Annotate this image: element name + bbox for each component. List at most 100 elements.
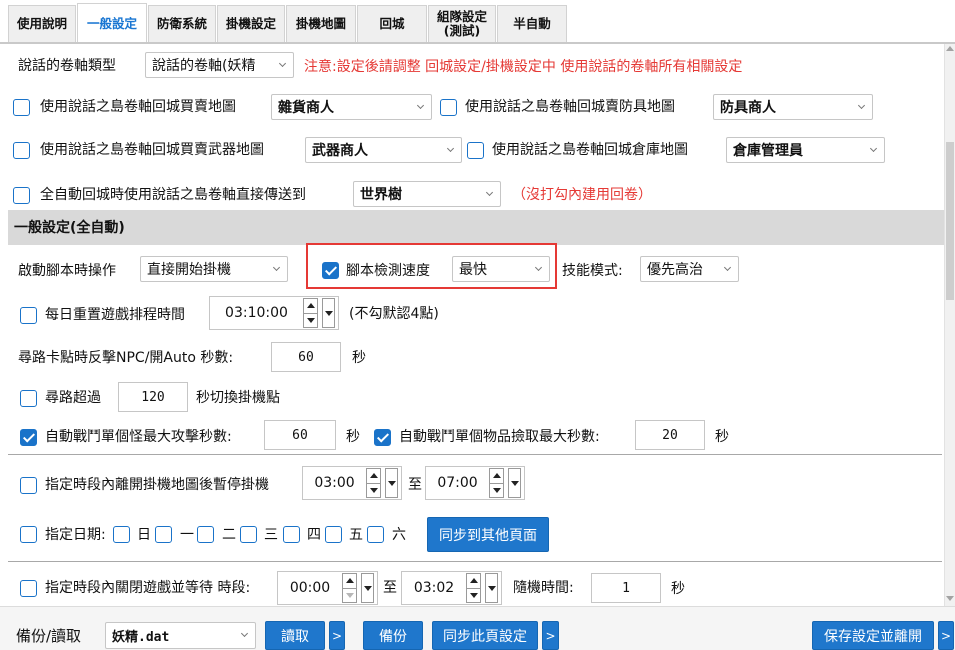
- path-timeout-suffix: 秒切換掛機點: [196, 390, 280, 406]
- load-more-button[interactable]: >: [329, 621, 345, 650]
- spin-up-icon[interactable]: [490, 469, 503, 483]
- armor-store-checkbox[interactable]: [440, 99, 457, 116]
- time-spinner[interactable]: [303, 298, 318, 328]
- pause-from-time-picker[interactable]: 03:00: [302, 466, 402, 500]
- max-pickup-input[interactable]: 20: [635, 420, 705, 450]
- day-thu-label: 四: [307, 527, 321, 543]
- chevron-down-icon: [723, 263, 732, 272]
- spin-down-icon[interactable]: [367, 483, 380, 497]
- scroll-type-select[interactable]: 說話的卷軸(妖精: [145, 52, 294, 78]
- tab-label-sub: (測試): [443, 23, 481, 38]
- weapon-store-select[interactable]: 武器商人: [305, 137, 462, 163]
- day-tue-checkbox[interactable]: [197, 526, 214, 543]
- close-from-time-picker[interactable]: 00:00: [277, 571, 378, 605]
- day-thu-checkbox[interactable]: [283, 526, 300, 543]
- save-and-exit-button[interactable]: 保存設定並離開: [812, 621, 934, 650]
- dropdown-arrow-icon[interactable]: [508, 468, 521, 498]
- direct-teleport-select[interactable]: 世界樹: [353, 181, 501, 207]
- sync-page-settings-button[interactable]: 同步此頁設定: [432, 621, 538, 650]
- time-spinner[interactable]: [366, 468, 381, 498]
- max-attack-input[interactable]: 60: [264, 420, 336, 450]
- armor-store-select[interactable]: 防具商人: [713, 94, 873, 120]
- tab-party-settings[interactable]: 組隊設定 (測試): [428, 5, 496, 42]
- select-value: 直接開始掛機: [147, 262, 231, 278]
- spin-down-icon[interactable]: [490, 483, 503, 497]
- scrollbar-thumb[interactable]: [946, 142, 954, 300]
- direct-teleport-note: （沒打勾內建用回卷）: [512, 187, 652, 203]
- general-store-select[interactable]: 雜貨商人: [271, 94, 432, 120]
- select-value: 優先高治: [647, 262, 703, 278]
- dropdown-arrow-icon[interactable]: [485, 573, 498, 603]
- tab-general-settings[interactable]: 一般設定: [77, 3, 147, 44]
- dropdown-arrow-icon[interactable]: [322, 298, 335, 328]
- pause-to-time-picker[interactable]: 07:00: [425, 466, 525, 500]
- path-timeout-input[interactable]: 120: [118, 382, 188, 412]
- day-sun-label: 日: [137, 527, 151, 543]
- general-store-checkbox[interactable]: [13, 99, 30, 116]
- tab-semi-auto[interactable]: 半自動: [497, 5, 567, 42]
- direct-teleport-checkbox[interactable]: [13, 187, 30, 204]
- max-attack-checkbox[interactable]: [20, 429, 37, 446]
- sync-more-button[interactable]: >: [542, 621, 559, 650]
- day-mon-checkbox[interactable]: [155, 526, 172, 543]
- stuck-seconds-input[interactable]: 60: [271, 342, 341, 372]
- scroll-up-arrow-icon[interactable]: [946, 46, 954, 51]
- tab-afk-settings[interactable]: 掛機設定: [217, 5, 285, 42]
- max-pickup-unit: 秒: [715, 429, 729, 445]
- script-speed-select[interactable]: 最快: [452, 256, 550, 282]
- divider: [8, 454, 942, 455]
- select-value: 防具商人: [720, 100, 776, 116]
- direct-teleport-label: 全自動回城時使用說話之島卷軸直接傳送到: [40, 187, 306, 203]
- specific-date-checkbox[interactable]: [20, 526, 37, 543]
- day-fri-checkbox[interactable]: [325, 526, 342, 543]
- select-value: 倉庫管理員: [733, 143, 803, 159]
- time-spinner[interactable]: [489, 468, 504, 498]
- random-time-input[interactable]: 1: [591, 573, 661, 603]
- spin-up-icon[interactable]: [467, 574, 480, 588]
- spin-down-icon[interactable]: [304, 313, 317, 327]
- spin-down-icon[interactable]: [343, 588, 356, 602]
- chevron-down-icon: [857, 101, 866, 110]
- tab-return-town[interactable]: 回城: [357, 5, 427, 42]
- scroll-down-arrow-icon[interactable]: [946, 596, 954, 601]
- spin-up-icon[interactable]: [304, 299, 317, 313]
- tab-label: 掛機地圖: [295, 16, 346, 31]
- general-section-title: 一般設定(全自動): [14, 220, 125, 236]
- daily-reset-checkbox[interactable]: [20, 307, 37, 324]
- pause-period-checkbox[interactable]: [20, 477, 37, 494]
- time-spinner[interactable]: [342, 573, 357, 603]
- day-sun-checkbox[interactable]: [113, 526, 130, 543]
- time-spinner[interactable]: [466, 573, 481, 603]
- close-to-time-picker[interactable]: 03:02: [401, 571, 502, 605]
- sync-to-other-pages-button[interactable]: 同步到其他頁面: [427, 517, 549, 552]
- select-value: 雜貨商人: [278, 100, 334, 116]
- load-button[interactable]: 讀取: [265, 621, 325, 650]
- start-action-select[interactable]: 直接開始掛機: [140, 256, 288, 282]
- spin-down-icon[interactable]: [467, 588, 480, 602]
- save-more-button[interactable]: >: [938, 621, 954, 650]
- close-game-checkbox[interactable]: [20, 580, 37, 597]
- day-wed-checkbox[interactable]: [240, 526, 257, 543]
- max-attack-unit: 秒: [346, 429, 360, 445]
- tab-defense-system[interactable]: 防衛系統: [148, 5, 216, 42]
- profile-select[interactable]: 妖精.dat: [105, 622, 256, 649]
- day-wed-label: 三: [264, 527, 278, 543]
- dropdown-arrow-icon[interactable]: [385, 468, 398, 498]
- path-timeout-checkbox[interactable]: [20, 390, 37, 407]
- spin-up-icon[interactable]: [343, 574, 356, 588]
- vertical-scrollbar[interactable]: [944, 44, 955, 606]
- spin-up-icon[interactable]: [367, 469, 380, 483]
- max-pickup-checkbox[interactable]: [374, 429, 391, 446]
- tab-instructions[interactable]: 使用說明: [8, 5, 76, 42]
- day-sat-checkbox[interactable]: [367, 526, 384, 543]
- warehouse-checkbox[interactable]: [467, 142, 484, 159]
- backup-button[interactable]: 備份: [363, 621, 423, 650]
- script-speed-checkbox[interactable]: [322, 262, 339, 279]
- warehouse-select[interactable]: 倉庫管理員: [726, 137, 885, 163]
- day-sat-label: 六: [392, 527, 406, 543]
- dropdown-arrow-icon[interactable]: [361, 573, 374, 603]
- tab-afk-map[interactable]: 掛機地圖: [286, 5, 356, 42]
- daily-reset-time-picker[interactable]: 03:10:00: [209, 296, 339, 330]
- weapon-store-checkbox[interactable]: [13, 142, 30, 159]
- skill-mode-select[interactable]: 優先高治: [640, 256, 739, 282]
